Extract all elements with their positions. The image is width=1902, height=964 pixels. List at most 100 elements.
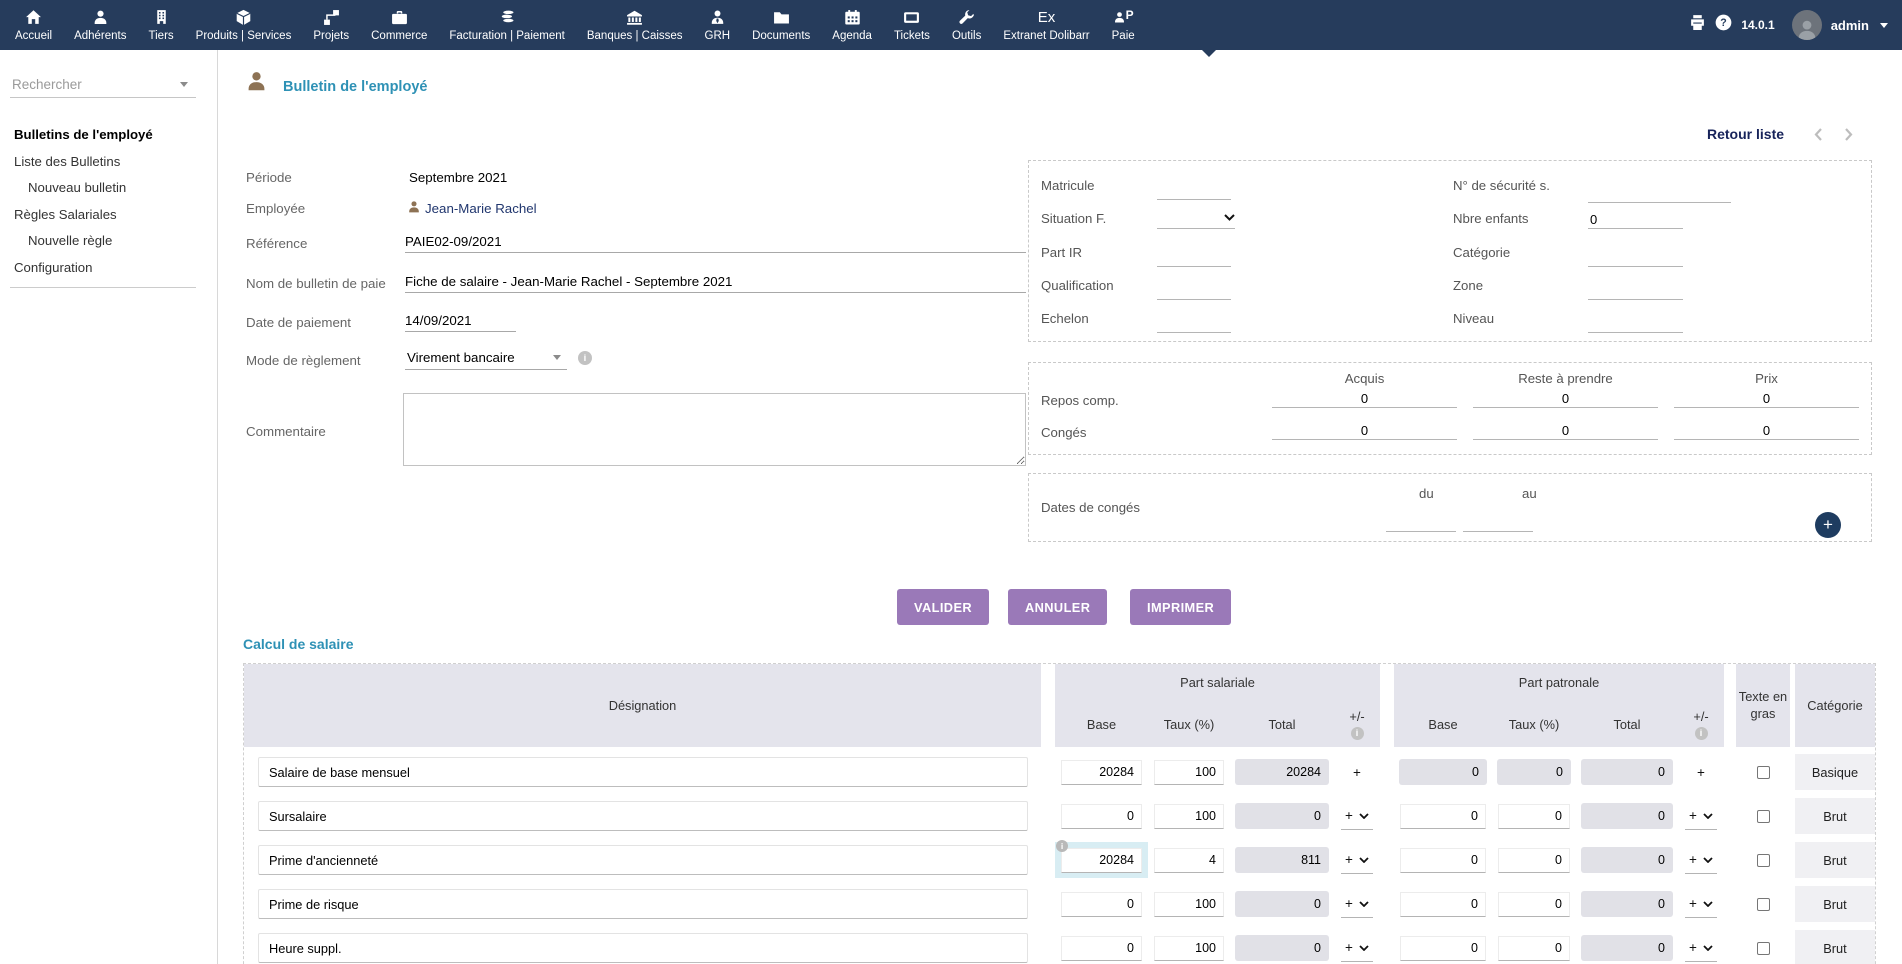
sal-rate-input[interactable]: [1154, 892, 1224, 917]
conges-prix-input[interactable]: [1674, 422, 1859, 440]
repos-reste-input[interactable]: [1473, 390, 1658, 408]
help-icon[interactable]: ?: [1715, 14, 1732, 36]
sal-rate-input[interactable]: [1154, 760, 1224, 785]
sal-base-input[interactable]: [1061, 804, 1142, 829]
sal-sign-select[interactable]: +: [1341, 934, 1373, 962]
nav-item-grh[interactable]: GRH: [694, 0, 742, 50]
nav-item-facturation[interactable]: Facturation | Paiement: [438, 0, 576, 50]
pat-base-input[interactable]: [1400, 848, 1486, 873]
situation-select[interactable]: [1157, 207, 1235, 229]
chevron-down-icon: [1703, 857, 1713, 863]
sidebar-item-configuration[interactable]: Configuration: [0, 255, 217, 282]
sidebar-item-liste-bulletins[interactable]: Liste des Bulletins: [0, 149, 217, 176]
part-ir-input[interactable]: [1157, 249, 1231, 267]
nav-item-paie[interactable]: P Paie: [1101, 0, 1146, 50]
employee-link[interactable]: Jean-Marie Rachel: [425, 201, 537, 216]
pat-base-input[interactable]: [1400, 936, 1486, 961]
nav-item-tickets[interactable]: Tickets: [883, 0, 941, 50]
validate-button[interactable]: VALIDER: [897, 589, 989, 625]
payment-date-input[interactable]: [405, 310, 516, 332]
pat-rate-input[interactable]: [1498, 936, 1570, 961]
enfants-input[interactable]: [1588, 211, 1683, 229]
date-from-input[interactable]: [1386, 514, 1456, 532]
bold-text-checkbox[interactable]: [1757, 898, 1770, 911]
categorie-input[interactable]: [1588, 249, 1683, 267]
secu-input[interactable]: [1588, 185, 1731, 203]
sidebar-item-bulletins[interactable]: Bulletins de l'employé: [0, 122, 217, 149]
bulletin-name-input[interactable]: [405, 271, 1026, 293]
print-button[interactable]: IMPRIMER: [1130, 589, 1231, 625]
nav-item-agenda[interactable]: Agenda: [821, 0, 883, 50]
sal-rate-input[interactable]: [1154, 848, 1224, 873]
pat-sign-select[interactable]: +: [1685, 846, 1717, 874]
echelon-input[interactable]: [1157, 315, 1231, 333]
chevron-down-icon[interactable]: [1880, 23, 1888, 28]
sidebar-item-regles-salariales[interactable]: Règles Salariales: [0, 202, 217, 229]
designation-input[interactable]: [258, 801, 1028, 831]
comment-textarea[interactable]: [403, 393, 1026, 466]
pat-base-input[interactable]: [1400, 804, 1486, 829]
nav-item-tiers[interactable]: Tiers: [138, 0, 185, 50]
date-to-input[interactable]: [1463, 514, 1533, 532]
leave-dates-panel: Dates de congés du au: [1028, 473, 1872, 542]
payment-mode-select[interactable]: Virement bancaire: [405, 346, 567, 370]
salary-row: 20284 + 0 0 0 + Basique: [244, 754, 1875, 790]
conges-reste-input[interactable]: [1473, 422, 1658, 440]
avatar[interactable]: [1792, 10, 1822, 40]
nav-item-documents[interactable]: Documents: [741, 0, 821, 50]
bold-text-checkbox[interactable]: [1757, 766, 1770, 779]
pat-sign-select[interactable]: +: [1685, 934, 1717, 962]
sal-sign-select[interactable]: +: [1341, 846, 1373, 874]
pat-total-value: 0: [1581, 759, 1673, 785]
pat-rate-input[interactable]: [1498, 804, 1570, 829]
chevron-right-icon[interactable]: [1844, 127, 1854, 147]
pat-rate-input[interactable]: [1498, 848, 1570, 873]
topnav: Accueil Adhérents Tiers Produits | Servi…: [0, 0, 1902, 50]
salary-table: Désignation Part salariale Base Taux (%)…: [243, 663, 1876, 964]
nav-item-outils[interactable]: Outils: [941, 0, 992, 50]
sal-rate-input[interactable]: [1154, 804, 1224, 829]
designation-input[interactable]: [258, 889, 1028, 919]
matricule-input[interactable]: [1157, 182, 1231, 200]
pat-sign-select[interactable]: +: [1685, 890, 1717, 918]
sal-base-input[interactable]: [1061, 892, 1142, 917]
designation-input[interactable]: [258, 757, 1028, 787]
zone-input[interactable]: [1588, 282, 1683, 300]
nav-item-adherents[interactable]: Adhérents: [63, 0, 137, 50]
repos-acquis-input[interactable]: [1272, 390, 1457, 408]
cancel-button[interactable]: ANNULER: [1008, 589, 1107, 625]
sidebar-item-nouveau-bulletin[interactable]: Nouveau bulletin: [0, 175, 217, 202]
print-icon[interactable]: [1689, 14, 1706, 36]
nav-item-produits[interactable]: Produits | Services: [185, 0, 303, 50]
pat-base-input[interactable]: [1400, 892, 1486, 917]
sal-base-input[interactable]: [1061, 760, 1142, 785]
bold-text-checkbox[interactable]: [1757, 854, 1770, 867]
reference-input[interactable]: [405, 231, 1026, 253]
designation-input[interactable]: [258, 933, 1028, 963]
sal-base-input[interactable]: [1061, 936, 1142, 961]
add-date-button[interactable]: [1815, 512, 1841, 538]
back-to-list-link[interactable]: Retour liste: [1707, 126, 1784, 142]
repos-prix-input[interactable]: [1674, 390, 1859, 408]
qualification-input[interactable]: [1157, 282, 1231, 300]
pat-rate-input[interactable]: [1498, 892, 1570, 917]
nav-item-extranet[interactable]: Ex Extranet Dolibarr: [992, 0, 1100, 50]
nav-item-banques[interactable]: Banques | Caisses: [576, 0, 694, 50]
bold-text-checkbox[interactable]: [1757, 810, 1770, 823]
sal-base-input[interactable]: [1061, 848, 1142, 873]
pat-sign-select[interactable]: +: [1685, 802, 1717, 830]
sal-rate-input[interactable]: [1154, 936, 1224, 961]
sal-sign-select[interactable]: +: [1341, 890, 1373, 918]
sal-sign-select[interactable]: +: [1341, 802, 1373, 830]
user-menu[interactable]: admin: [1831, 18, 1869, 33]
sidebar-item-nouvelle-regle[interactable]: Nouvelle règle: [0, 228, 217, 255]
nav-item-projets[interactable]: Projets: [302, 0, 360, 50]
niveau-input[interactable]: [1588, 315, 1683, 333]
designation-input[interactable]: [258, 845, 1028, 875]
nav-item-commerce[interactable]: Commerce: [360, 0, 438, 50]
bold-text-checkbox[interactable]: [1757, 942, 1770, 955]
chevron-left-icon[interactable]: [1813, 127, 1823, 147]
search-input[interactable]: Rechercher: [10, 72, 196, 98]
nav-item-accueil[interactable]: Accueil: [4, 0, 63, 50]
conges-acquis-input[interactable]: [1272, 422, 1457, 440]
